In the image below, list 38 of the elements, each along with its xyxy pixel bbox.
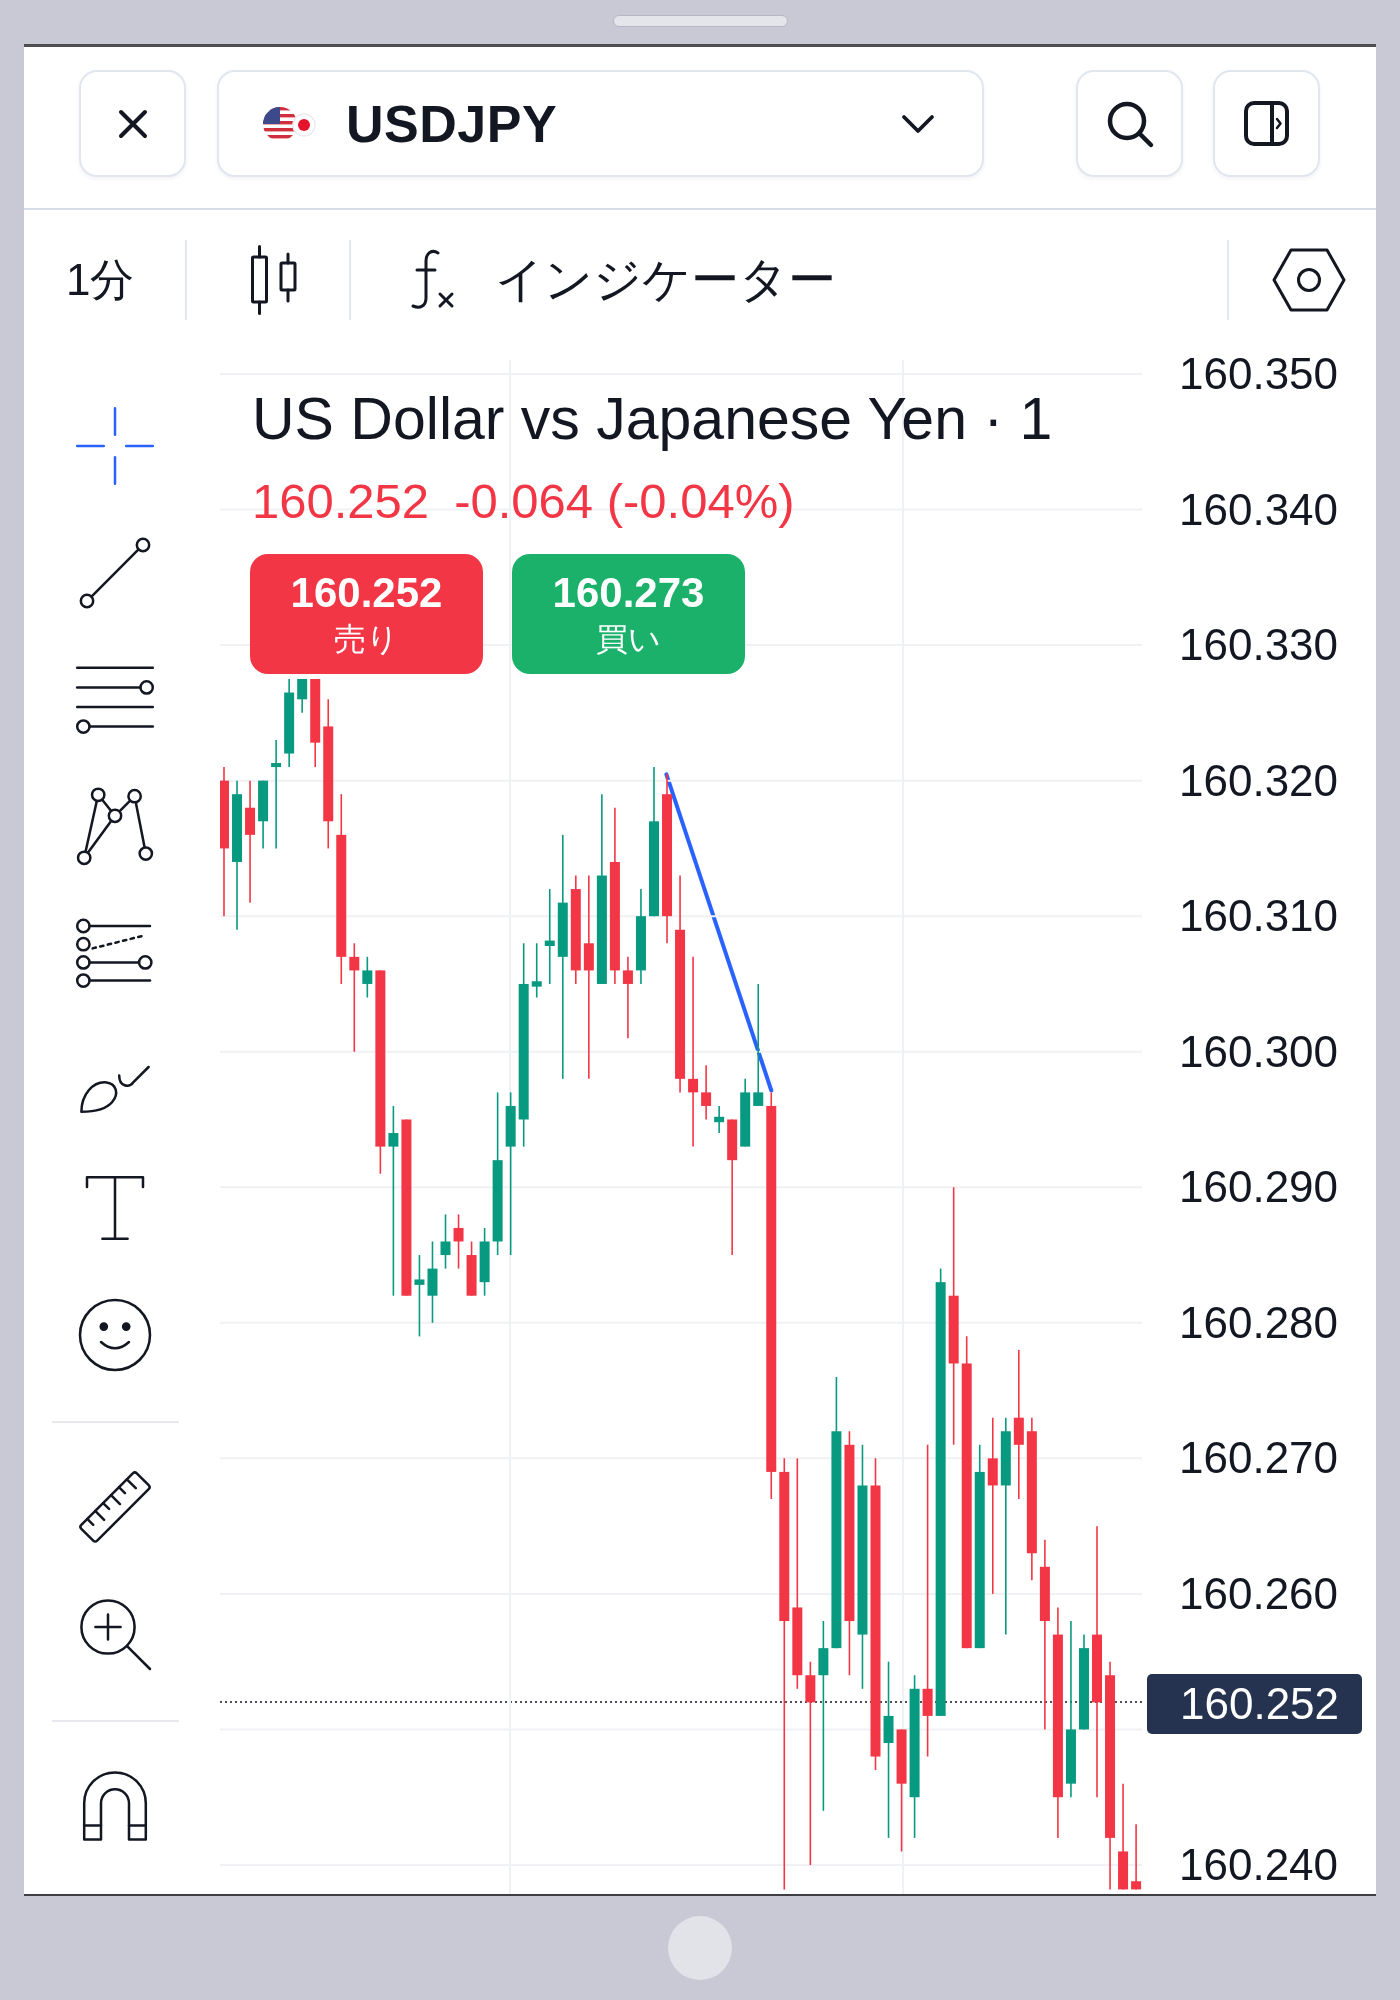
price-axis-label: 160.260	[1179, 1568, 1339, 1619]
interval-button[interactable]: 1分	[66, 250, 135, 310]
side-panel-icon	[1243, 100, 1290, 147]
falling-candle	[466, 1240, 477, 1297]
settings-icon[interactable]	[1272, 248, 1346, 312]
symbol-dropdown[interactable]: USDJPY	[217, 70, 984, 177]
chevron-down-icon	[901, 113, 935, 134]
close-icon	[116, 107, 149, 140]
rising-candle	[740, 1078, 751, 1148]
rising-candle	[258, 779, 269, 850]
rising-candle	[440, 1213, 451, 1270]
price-axis-label: 160.300	[1179, 1026, 1339, 1077]
close-button[interactable]	[79, 70, 186, 177]
price-axis-label: 160.340	[1179, 484, 1339, 535]
rising-candle	[531, 942, 542, 999]
price-axis-label: 160.350	[1179, 349, 1339, 399]
price-change: -0.064 (-0.04%)	[454, 473, 795, 530]
price-axis-label: 160.330	[1179, 620, 1339, 671]
price-axis-label: 160.320	[1179, 755, 1339, 806]
last-price: 160.252	[252, 473, 430, 530]
falling-candle	[453, 1213, 464, 1270]
rising-candle	[362, 956, 373, 999]
falling-candle	[1131, 1823, 1142, 1891]
chart-title: US Dollar vs Japanese Yen · 1	[252, 385, 1053, 454]
side-panel-button[interactable]	[1213, 70, 1320, 177]
price-axis-label: 160.270	[1179, 1433, 1339, 1484]
rising-candle	[479, 1227, 490, 1297]
search-button[interactable]	[1076, 70, 1183, 177]
price-axis-label: 160.290	[1179, 1162, 1339, 1213]
rising-candle	[297, 678, 308, 714]
rising-candle	[714, 1105, 725, 1134]
falling-candle	[701, 1064, 712, 1121]
price-axis-label: 160.240	[1179, 1840, 1339, 1890]
current-price-label: 160.252	[1147, 1674, 1362, 1734]
price-axis-label: 160.280	[1179, 1297, 1339, 1348]
indicators-button[interactable]: インジケーター	[407, 248, 837, 312]
price-axis-label: 160.310	[1179, 891, 1339, 942]
sell-button[interactable]: 160.252 売り	[250, 554, 483, 674]
